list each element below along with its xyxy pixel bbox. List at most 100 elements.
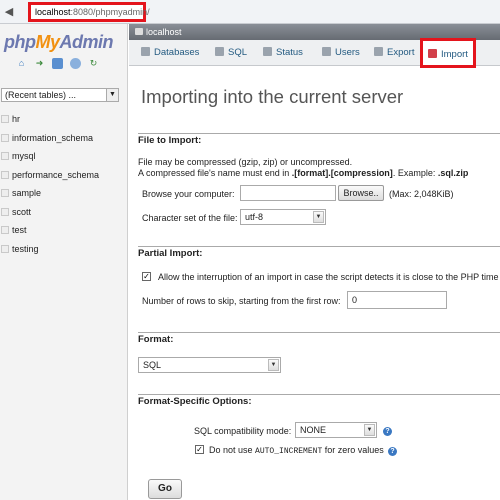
format-select[interactable]: SQL ▼ [138,357,281,373]
database-item-sample[interactable]: sample [0,184,128,203]
database-label: hr [12,114,21,125]
database-label: scott [12,206,32,217]
tab-export[interactable]: Export [374,44,414,62]
tab-status[interactable]: Status [263,44,303,62]
database-icon [1,244,9,253]
database-icon [1,152,9,161]
logout-icon[interactable]: ➜ [34,58,45,69]
database-label: testing [12,243,39,254]
skip-rows-input[interactable]: 0 [347,291,447,309]
main-content: Importing into the current server File t… [129,66,500,500]
database-icon [1,226,9,235]
chevron-down-icon: ▼ [313,211,324,223]
sql-compatibility-select[interactable]: NONE ▼ [295,422,377,438]
database-icon [1,115,9,124]
max-size-note: (Max: 2,048KiB) [389,189,454,199]
database-item-testing[interactable]: testing [0,240,128,259]
note-example-text: .sql.zip [437,168,469,178]
database-icon [1,189,9,198]
tab-import[interactable]: Import [420,38,476,68]
help-icon[interactable]: ? [383,427,392,436]
database-label: test [12,225,27,236]
note-text: . Example: [392,168,438,178]
navigation-panel: phpMyAdmin ⌂ ➜ ↻ (Recent tables) ... ▼ h… [0,24,128,500]
section-legend: Format-Specific Options: [138,396,252,407]
back-arrow-icon[interactable]: ◀ [2,5,16,19]
status-icon [263,47,272,56]
label-text: for zero values [322,445,384,455]
sql-compatibility-label: SQL compatibility mode: [194,426,292,436]
logo-admin-text: Admin [59,32,114,52]
database-label: information_schema [12,132,94,143]
allow-interrupt-checkbox[interactable]: ✓ [142,272,151,281]
server-icon [135,28,143,35]
auto-increment-code: AUTO_INCREMENT [255,447,323,456]
section-legend: Partial Import: [138,248,203,259]
database-item-information-schema[interactable]: information_schema [0,129,128,148]
note-format-text: .[format].[compression] [291,168,393,178]
database-item-test[interactable]: test [0,221,128,240]
docs-icon[interactable] [70,58,81,69]
tab-databases[interactable]: Databases [141,44,199,62]
allow-interrupt-label: Allow the interruption of an import in c… [158,272,499,282]
database-list: hr information_schema mysql performance_… [0,110,128,258]
sql-compatibility-value: NONE [300,425,327,435]
database-icon [1,170,9,179]
no-auto-increment-label: Do not use AUTO_INCREMENT for zero value… [209,445,384,456]
page-title: Importing into the current server [141,86,404,107]
charset-select[interactable]: utf-8 ▼ [240,209,326,225]
import-icon [428,49,437,58]
tab-label: Import [441,49,468,60]
charset-label: Character set of the file: [142,213,238,223]
browse-label: Browse your computer: [142,189,235,199]
note-text: A compressed file's name must end in [138,168,292,178]
compression-format-note: A compressed file's name must end in .[f… [138,168,468,178]
tab-label: Status [276,47,303,58]
tab-label: Databases [154,47,200,58]
export-icon [374,47,383,56]
database-item-scott[interactable]: scott [0,203,128,222]
users-icon [322,47,331,56]
database-icon [141,47,150,56]
chevron-down-icon: ▼ [268,359,279,371]
browse-button[interactable]: Browse.. [338,185,384,201]
url-path: :8080/phpmyadmin/ [70,7,150,17]
reload-icon[interactable]: ↻ [88,58,99,69]
server-label: localhost [146,27,182,37]
tab-sql[interactable]: SQL [215,44,247,62]
query-window-icon[interactable] [52,58,63,69]
top-menu-tabs: Databases SQL Status Users Export Import [129,38,500,68]
compression-note: File may be compressed (gzip, zip) or un… [138,157,353,167]
database-item-hr[interactable]: hr [0,110,128,129]
chevron-down-icon: ▼ [106,89,118,101]
help-icon[interactable]: ? [388,447,397,456]
database-item-performance-schema[interactable]: performance_schema [0,166,128,185]
go-button[interactable]: Go [148,479,182,499]
skip-rows-label: Number of rows to skip, starting from th… [142,296,341,306]
tab-users[interactable]: Users [322,44,360,62]
database-label: performance_schema [12,169,100,180]
logo-php-text: php [4,32,36,52]
database-label: mysql [12,151,36,162]
charset-value: utf-8 [245,212,264,222]
sidebar-icon-row: ⌂ ➜ ↻ [16,58,99,69]
sql-icon [215,47,224,56]
home-icon[interactable]: ⌂ [16,58,27,69]
tab-label: SQL [228,47,248,58]
file-path-field[interactable] [240,185,336,201]
tab-label: Users [335,47,360,58]
no-auto-increment-checkbox[interactable]: ✓ [195,445,204,454]
label-text: Do not use [209,445,256,455]
url-field[interactable]: localhost:8080/phpmyadmin/ [28,2,150,22]
tab-label: Export [387,47,415,58]
database-icon [1,207,9,216]
phpmyadmin-logo[interactable]: phpMyAdmin [4,32,114,53]
logo-my-text: My [35,32,61,52]
database-item-mysql[interactable]: mysql [0,147,128,166]
database-label: sample [12,188,42,199]
section-legend: Format: [138,334,174,345]
format-value: SQL [143,360,162,370]
chevron-down-icon: ▼ [364,424,375,436]
database-icon [1,133,9,142]
recent-tables-select[interactable]: (Recent tables) ... ▼ [1,88,119,102]
